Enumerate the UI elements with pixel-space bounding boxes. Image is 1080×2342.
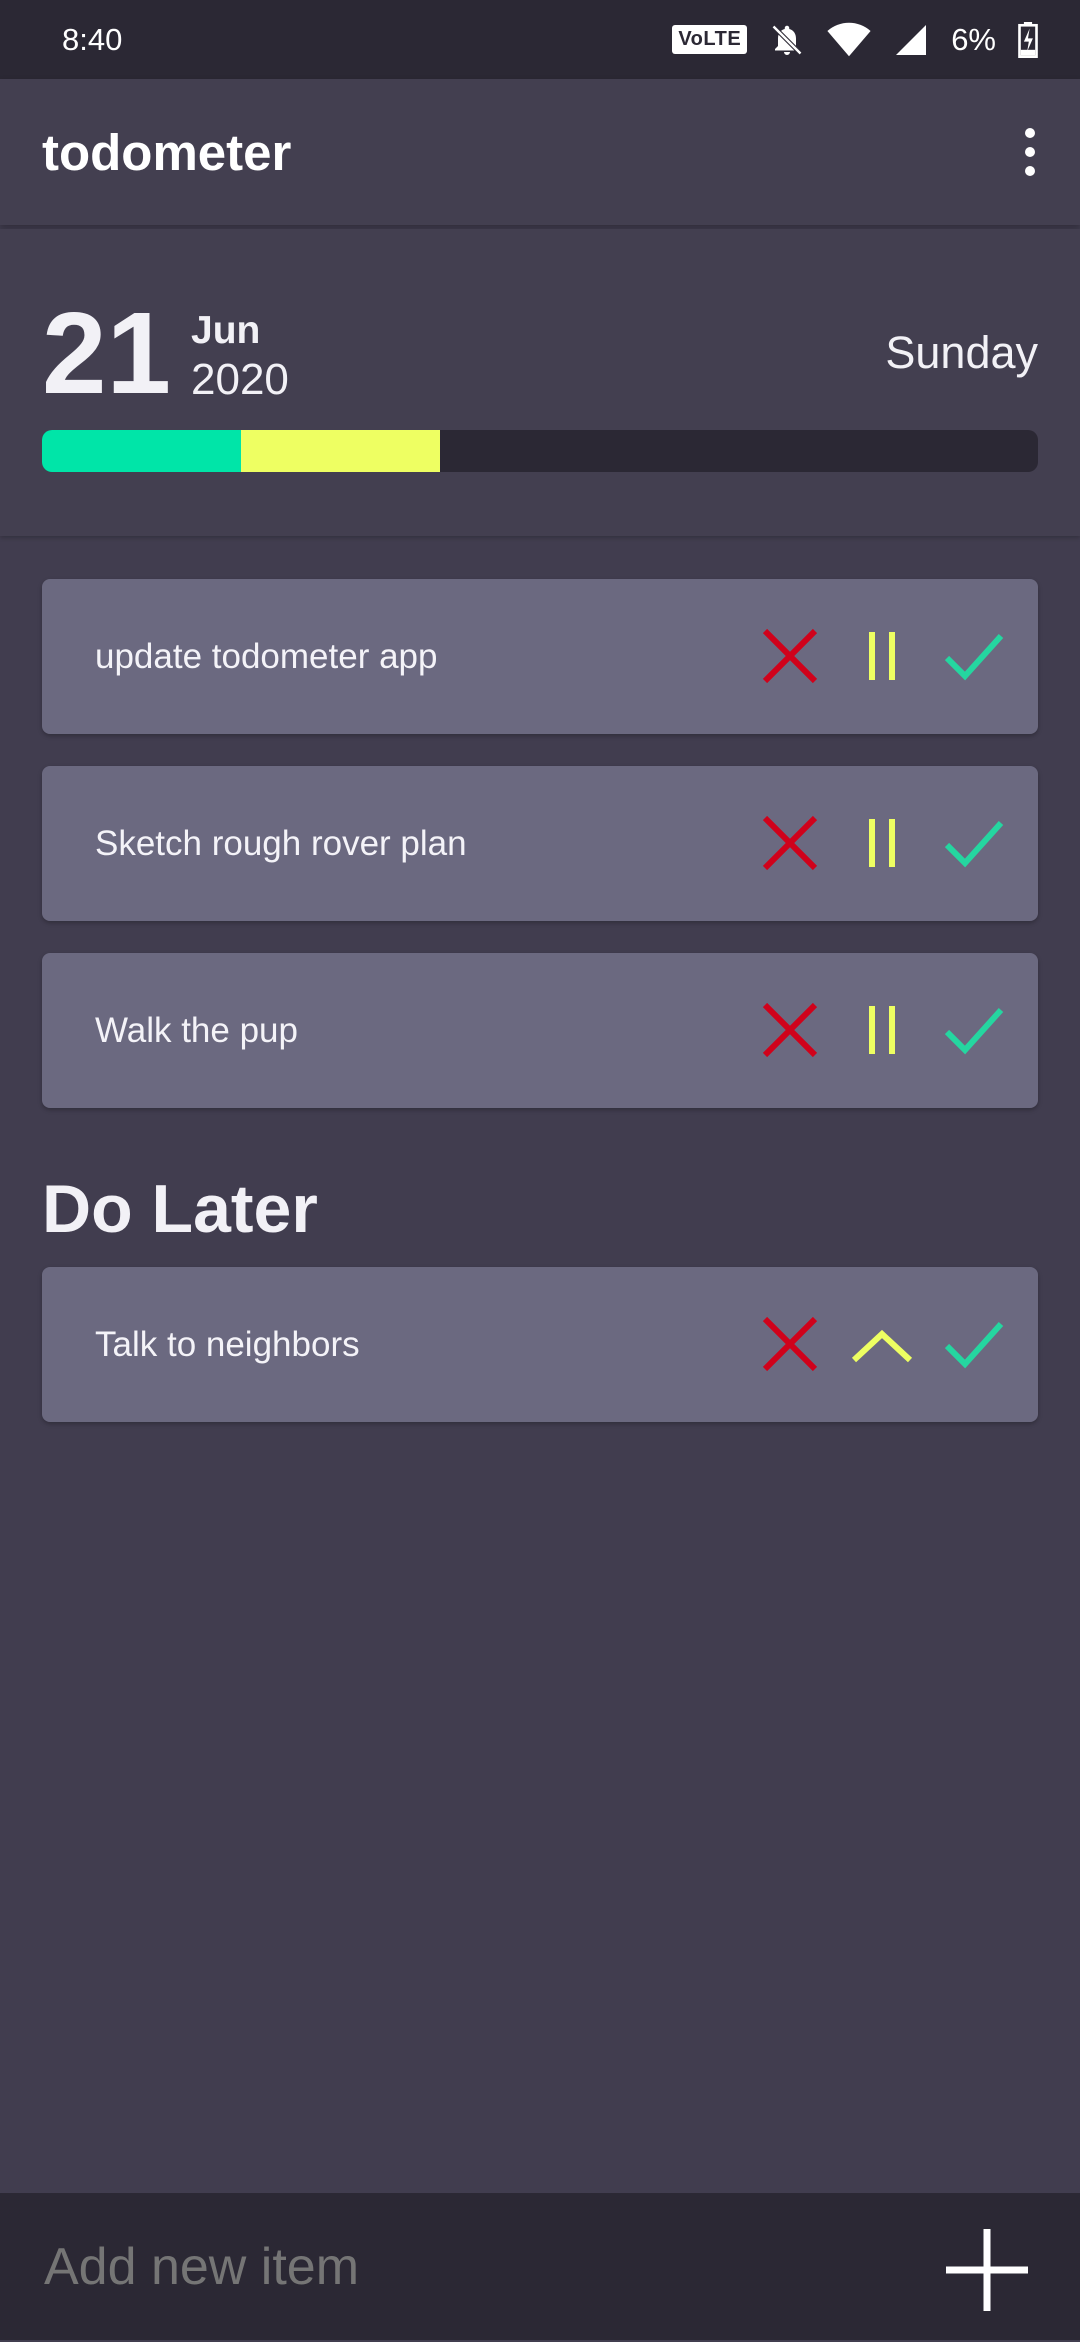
check-icon[interactable] [944, 1000, 1004, 1060]
check-icon[interactable] [944, 813, 1004, 873]
date-weekday: Sunday [885, 327, 1038, 378]
more-vert-icon[interactable] [1010, 122, 1050, 182]
task-text: Walk the pup [95, 1011, 298, 1050]
pause-icon[interactable] [852, 1000, 912, 1060]
task-item: update todometer app [42, 579, 1038, 734]
progress-paused-segment [241, 430, 441, 472]
chevron-up-icon[interactable] [852, 1314, 912, 1374]
task-text: update todometer app [95, 637, 438, 676]
app-title: todometer [42, 123, 292, 181]
plus-icon[interactable] [944, 2227, 1030, 2313]
task-text: Sketch rough rover plan [95, 824, 467, 863]
check-icon[interactable] [944, 626, 1004, 686]
task-item: Walk the pup [42, 953, 1038, 1108]
date-year: 2020 [191, 355, 289, 404]
notifications-off-icon [772, 24, 803, 55]
add-item-bar [0, 2193, 1080, 2342]
x-icon[interactable] [760, 1000, 820, 1060]
pause-icon[interactable] [852, 626, 912, 686]
wifi-icon [827, 22, 871, 56]
date-month: Jun [191, 309, 261, 352]
check-icon[interactable] [944, 1314, 1004, 1374]
progress-done-segment [42, 430, 242, 472]
task-item: Talk to neighbors [42, 1267, 1038, 1422]
status-bar: 8:40 VoLTE 6% [0, 0, 1080, 79]
x-icon[interactable] [760, 813, 820, 873]
status-time: 8:40 [62, 21, 123, 57]
section-title-do-later: Do Later [42, 1171, 318, 1247]
signal-icon [896, 24, 927, 55]
volte-icon: VoLTE [672, 25, 748, 54]
pause-icon[interactable] [852, 813, 912, 873]
battery-charging-icon [1018, 21, 1038, 58]
add-item-input[interactable] [42, 2193, 846, 2342]
status-icons: VoLTE 6% [672, 21, 1038, 58]
x-icon[interactable] [760, 626, 820, 686]
x-icon[interactable] [760, 1314, 820, 1374]
app-bar: todometer [0, 79, 1080, 225]
date-day: 21 [42, 288, 172, 418]
progress-bar [42, 430, 1038, 472]
task-text: Talk to neighbors [95, 1325, 360, 1364]
date-header: 21 Jun 2020 Sunday [0, 229, 1080, 536]
battery-percent: 6% [951, 21, 996, 57]
task-item: Sketch rough rover plan [42, 766, 1038, 921]
